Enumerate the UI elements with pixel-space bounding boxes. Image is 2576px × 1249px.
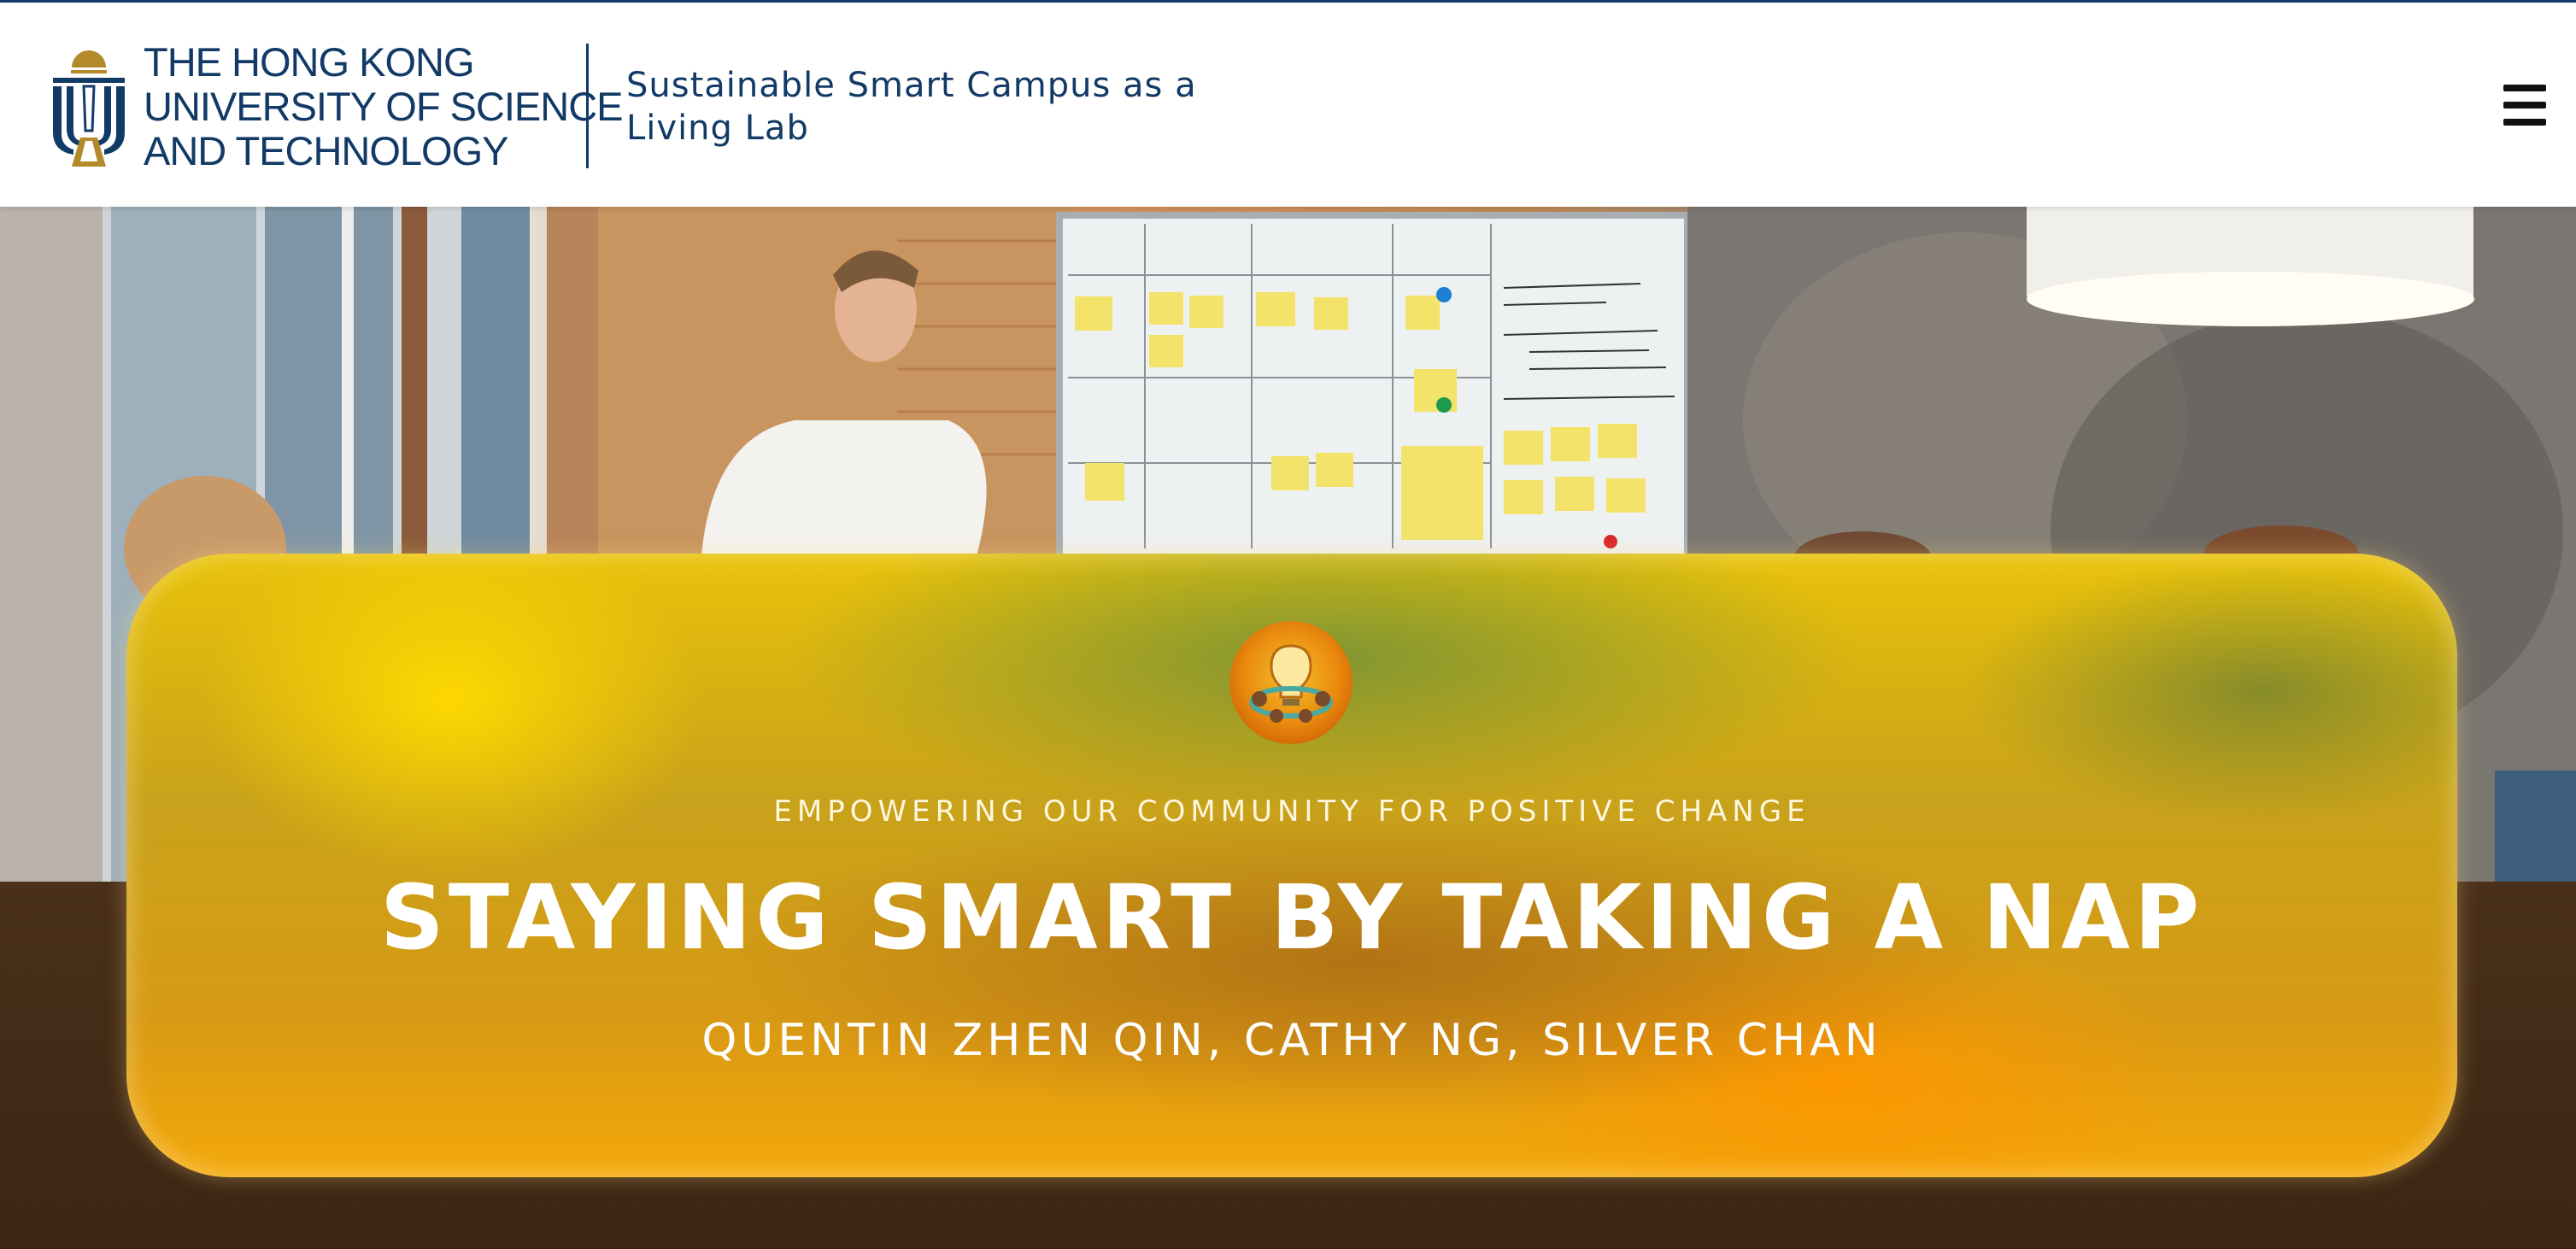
hkust-logo-icon[interactable] — [48, 42, 130, 170]
hero-title: STAYING SMART BY TAKING A NAP — [379, 865, 2204, 970]
lightbulb-badge-icon — [1229, 621, 1353, 744]
university-name-line-1: THE HONG KONG — [144, 39, 475, 85]
university-name-line-3: AND TECHNOLOGY — [144, 128, 508, 173]
hamburger-menu-icon-bar — [2503, 85, 2546, 91]
site-title[interactable]: Sustainable Smart Campus as a Living Lab — [626, 64, 1241, 150]
university-name[interactable]: THE HONG KONG UNIVERSITY OF SCIENCE AND … — [144, 39, 624, 173]
university-name-line-2: UNIVERSITY OF SCIENCE — [144, 84, 624, 129]
hero-eyebrow: EMPOWERING OUR COMMUNITY FOR POSITIVE CH… — [773, 795, 1810, 829]
page: THE HONG KONG UNIVERSITY OF SCIENCE AND … — [0, 0, 2576, 1249]
hamburger-menu-icon-bar — [2503, 119, 2546, 126]
header-divider — [586, 44, 589, 168]
site-header: THE HONG KONG UNIVERSITY OF SCIENCE AND … — [0, 0, 2576, 207]
hero-authors: QUENTIN ZHEN QIN, CATHY NG, SILVER CHAN — [701, 1015, 1882, 1066]
hamburger-menu-button[interactable] — [2503, 85, 2546, 126]
hero-card: EMPOWERING OUR COMMUNITY FOR POSITIVE CH… — [126, 554, 2457, 1177]
hamburger-menu-icon-bar — [2503, 102, 2546, 108]
